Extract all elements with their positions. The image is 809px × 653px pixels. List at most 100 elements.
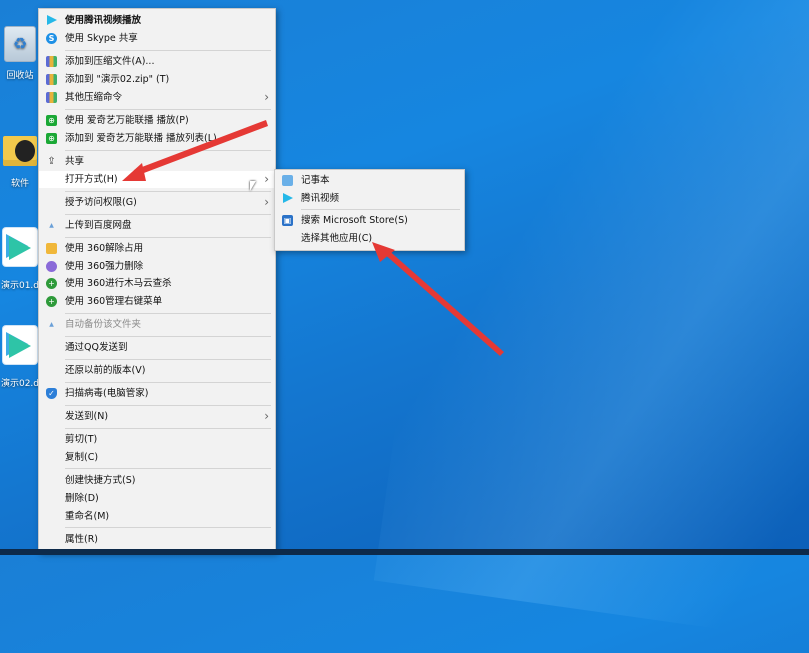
menu-item-label: 使用 360进行木马云查杀 [65, 278, 172, 289]
chevron-right-icon: › [264, 409, 269, 423]
menu-item-label: 使用 360强力删除 [65, 261, 144, 272]
skype-icon: S [46, 33, 57, 44]
cloud-icon: ▲ [49, 222, 54, 229]
recycle-bin-image [4, 26, 36, 62]
menu-item-add-zip[interactable]: 添加到 "演示02.zip" (T) [39, 71, 275, 88]
folder-image [3, 136, 37, 166]
mouse-cursor-icon [250, 181, 256, 191]
video-file-01-icon[interactable]: 演示01.d [0, 228, 40, 291]
submenu-item-notepad[interactable]: 记事本 [275, 172, 464, 189]
menu-item-rename[interactable]: 重命名(M) [39, 508, 275, 525]
menu-item-label: 属性(R) [65, 534, 99, 545]
iqiyi-icon: ⊕ [46, 133, 57, 144]
menu-item-label: 自动备份该文件夹 [65, 319, 142, 330]
menu-item-properties[interactable]: 属性(R) [39, 531, 275, 548]
menu-item-label: 使用 Skype 共享 [65, 33, 138, 44]
menu-item-label: 添加到 "演示02.zip" (T) [65, 74, 170, 85]
menu-item-label: 发送到(N) [65, 411, 109, 422]
menu-item-cut[interactable]: 剪切(T) [39, 431, 275, 448]
menu-item-other-compress[interactable]: 其他压缩命令 › [39, 89, 275, 106]
menu-separator [65, 150, 271, 151]
menu-item-send-to[interactable]: 发送到(N) › [39, 408, 275, 425]
360-delete-icon [46, 261, 57, 272]
annotation-arrow-choose-app [372, 242, 504, 356]
menu-item-360-menu[interactable]: + 使用 360管理右键菜单 [39, 293, 275, 310]
cloud-icon: ▲ [49, 321, 54, 328]
folder-software-icon[interactable]: 软件 [0, 136, 40, 189]
submenu-item-label: 选择其他应用(C) [301, 233, 373, 244]
menu-item-label: 扫描病毒(电脑管家) [65, 388, 149, 399]
menu-item-baidu-upload[interactable]: ▲ 上传到百度网盘 [39, 217, 275, 234]
menu-item-label: 打开方式(H) [65, 174, 118, 185]
menu-separator [65, 527, 271, 528]
menu-item-label: 使用 爱奇艺万能联播 播放(P) [65, 115, 189, 126]
taskbar [0, 549, 809, 555]
menu-item-iqiyi-play[interactable]: ⊕ 使用 爱奇艺万能联播 播放(P) [39, 112, 275, 129]
menu-separator [65, 237, 271, 238]
chevron-right-icon: › [264, 172, 269, 186]
desktop-icon-label: 演示01.d [0, 281, 40, 291]
archive-icon [46, 56, 57, 67]
notepad-icon [282, 175, 293, 186]
menu-item-auto-backup: ▲ 自动备份该文件夹 [39, 316, 275, 333]
menu-item-iqiyi-playlist[interactable]: ⊕ 添加到 爱奇艺万能联播 播放列表(L) [39, 130, 275, 147]
video-file-02-icon[interactable]: 演示02.d [0, 326, 40, 389]
menu-item-360-delete[interactable]: 使用 360强力删除 [39, 258, 275, 275]
tencent-video-icon [282, 193, 293, 204]
menu-separator [65, 336, 271, 337]
menu-item-label: 授予访问权限(G) [65, 197, 137, 208]
menu-separator [65, 468, 271, 469]
menu-item-label: 使用 360管理右键菜单 [65, 296, 163, 307]
menu-item-virus-scan[interactable]: ✓ 扫描病毒(电脑管家) [39, 385, 275, 402]
360-scan-icon: + [46, 278, 57, 289]
menu-separator [65, 214, 271, 215]
submenu-item-choose-other-app[interactable]: 选择其他应用(C) [275, 230, 464, 247]
menu-item-create-shortcut[interactable]: 创建快捷方式(S) [39, 472, 275, 489]
submenu-item-label: 记事本 [301, 175, 330, 186]
menu-item-grant-access[interactable]: 授予访问权限(G) › [39, 194, 275, 211]
menu-item-open-with[interactable]: 打开方式(H) › [39, 171, 275, 188]
tencent-video-icon [46, 15, 57, 26]
menu-separator [301, 209, 460, 210]
menu-item-share[interactable]: ⇪ 共享 [39, 153, 275, 170]
menu-item-label: 通过QQ发送到 [65, 342, 128, 353]
submenu-item-ms-store[interactable]: ▣ 搜索 Microsoft Store(S) [275, 212, 464, 229]
share-icon: ⇪ [47, 156, 56, 167]
menu-separator [65, 382, 271, 383]
menu-item-qq-send[interactable]: 通过QQ发送到 [39, 339, 275, 356]
menu-separator [65, 428, 271, 429]
menu-item-360-scan[interactable]: + 使用 360进行木马云查杀 [39, 275, 275, 292]
menu-item-skype-share[interactable]: S 使用 Skype 共享 [39, 30, 275, 47]
menu-item-label: 添加到 爱奇艺万能联播 播放列表(L) [65, 133, 217, 144]
menu-item-restore-versions[interactable]: 还原以前的版本(V) [39, 362, 275, 379]
menu-separator [65, 50, 271, 51]
menu-separator [65, 191, 271, 192]
desktop-icon-label: 回收站 [6, 71, 34, 81]
menu-item-360-unlock[interactable]: 使用 360解除占用 [39, 240, 275, 257]
menu-item-copy[interactable]: 复制(C) [39, 449, 275, 466]
menu-item-label: 删除(D) [65, 493, 99, 504]
menu-item-label: 复制(C) [65, 452, 99, 463]
menu-item-add-archive[interactable]: 添加到压缩文件(A)... [39, 53, 275, 70]
submenu-item-tencent-video[interactable]: 腾讯视频 [275, 190, 464, 207]
menu-item-label: 创建快捷方式(S) [65, 475, 136, 486]
menu-item-label: 其他压缩命令 [65, 92, 123, 103]
menu-item-label: 使用 360解除占用 [65, 243, 144, 254]
desktop-icon-label: 演示02.d [0, 379, 40, 389]
iqiyi-icon: ⊕ [46, 115, 57, 126]
menu-separator [65, 405, 271, 406]
menu-item-label: 上传到百度网盘 [65, 220, 132, 231]
submenu-item-label: 搜索 Microsoft Store(S) [301, 215, 408, 226]
360-menu-icon: + [46, 296, 57, 307]
menu-item-label: 重命名(M) [65, 511, 110, 522]
menu-item-delete[interactable]: 删除(D) [39, 490, 275, 507]
recycle-bin-icon[interactable]: 回收站 [0, 26, 40, 81]
submenu-item-label: 腾讯视频 [301, 193, 340, 204]
video-file-image [3, 326, 37, 364]
archive-icon [46, 74, 57, 85]
menu-separator [65, 313, 271, 314]
menu-item-play-tencent[interactable]: 使用腾讯视频播放 [39, 12, 275, 29]
menu-item-label: 添加到压缩文件(A)... [65, 56, 155, 67]
360-unlock-icon [46, 243, 57, 254]
desktop-icon-label: 软件 [10, 179, 29, 189]
